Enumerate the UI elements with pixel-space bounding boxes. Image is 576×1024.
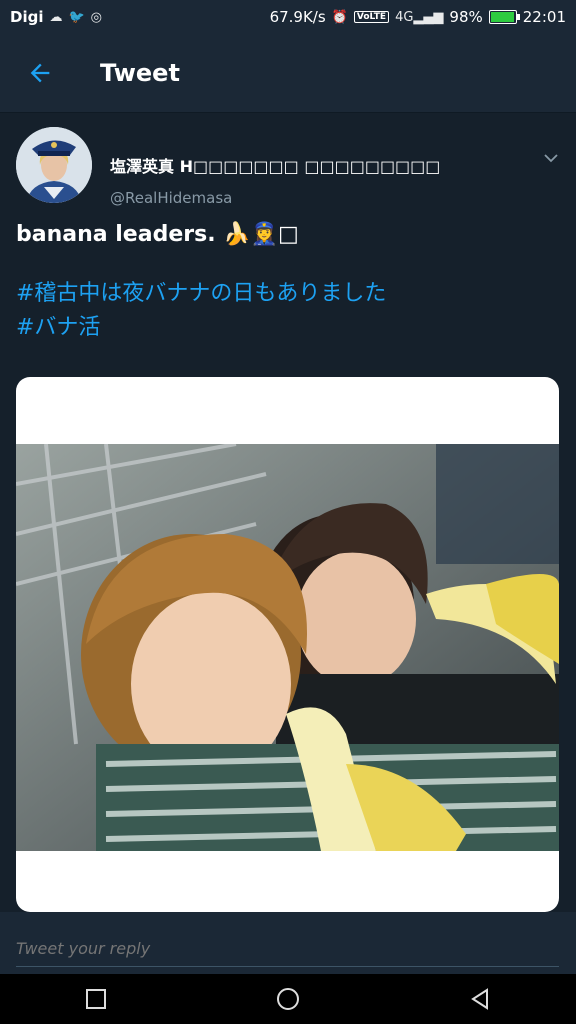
battery-percent: 98% xyxy=(449,8,483,26)
clock: 22:01 xyxy=(522,8,566,26)
alarm-icon: ⏰ xyxy=(331,9,348,25)
reply-input[interactable] xyxy=(16,930,559,967)
tweet-text: banana leaders. 🍌👮‍♀️□ #稽古中は夜バナナの日もありました… xyxy=(16,222,556,345)
tweet-media[interactable] xyxy=(16,377,559,912)
volte-badge: VoLTE xyxy=(353,11,390,23)
circle-icon xyxy=(277,988,299,1010)
hashtag-list: #稽古中は夜バナナの日もありました #バナ活 xyxy=(16,277,556,345)
status-bar: Digi ☁ 🐦 ◎ 67.9K/s ⏰ VoLTE 4G▂▄▆ 98% 22:… xyxy=(0,0,576,34)
cloud-icon: ☁ xyxy=(49,9,63,25)
hashtag-link[interactable]: #バナ活 xyxy=(16,311,556,345)
chevron-down-icon xyxy=(544,154,558,163)
square-icon xyxy=(86,989,106,1009)
reply-bar xyxy=(0,912,576,974)
back-button[interactable] xyxy=(0,34,80,112)
battery-fill xyxy=(490,12,515,22)
author-handle[interactable]: @RealHidemasa xyxy=(110,189,232,207)
back-nav-button[interactable] xyxy=(450,979,510,1019)
signal-label: 4G xyxy=(395,9,414,25)
avatar-image xyxy=(16,127,92,203)
carrier-label: Digi xyxy=(10,8,44,26)
author-display-name[interactable]: 塩澤英真 H□□□□□□□ □□□□□□□□□ xyxy=(110,153,440,177)
tweet-author: 塩澤英真 H□□□□□□□ □□□□□□□□□ @RealHidemasa xyxy=(16,127,562,207)
photo[interactable] xyxy=(16,444,559,851)
network-speed: 67.9K/s xyxy=(269,8,326,26)
system-nav-bar xyxy=(0,974,576,1024)
triangle-back-icon xyxy=(471,988,488,1010)
top-app-bar: Tweet xyxy=(0,34,576,113)
recents-button[interactable] xyxy=(66,979,126,1019)
home-button[interactable] xyxy=(258,979,318,1019)
tweet-menu-button[interactable] xyxy=(542,149,560,172)
status-right: 67.9K/s ⏰ VoLTE 4G▂▄▆ 98% 22:01 xyxy=(270,8,566,26)
avatar[interactable] xyxy=(16,127,92,203)
tweet-body: banana leaders. 🍌👮‍♀️□ xyxy=(16,222,299,247)
page-title: Tweet xyxy=(100,59,180,87)
battery-icon xyxy=(488,10,520,24)
status-left: Digi ☁ 🐦 ◎ xyxy=(10,8,102,26)
arrow-left-icon xyxy=(30,63,50,83)
hashtag-link[interactable]: #稽古中は夜バナナの日もありました xyxy=(16,277,556,311)
signal-icon: 4G▂▄▆ xyxy=(395,9,444,25)
twitter-bird-icon: 🐦 xyxy=(68,9,85,25)
instagram-icon: ◎ xyxy=(90,9,103,25)
